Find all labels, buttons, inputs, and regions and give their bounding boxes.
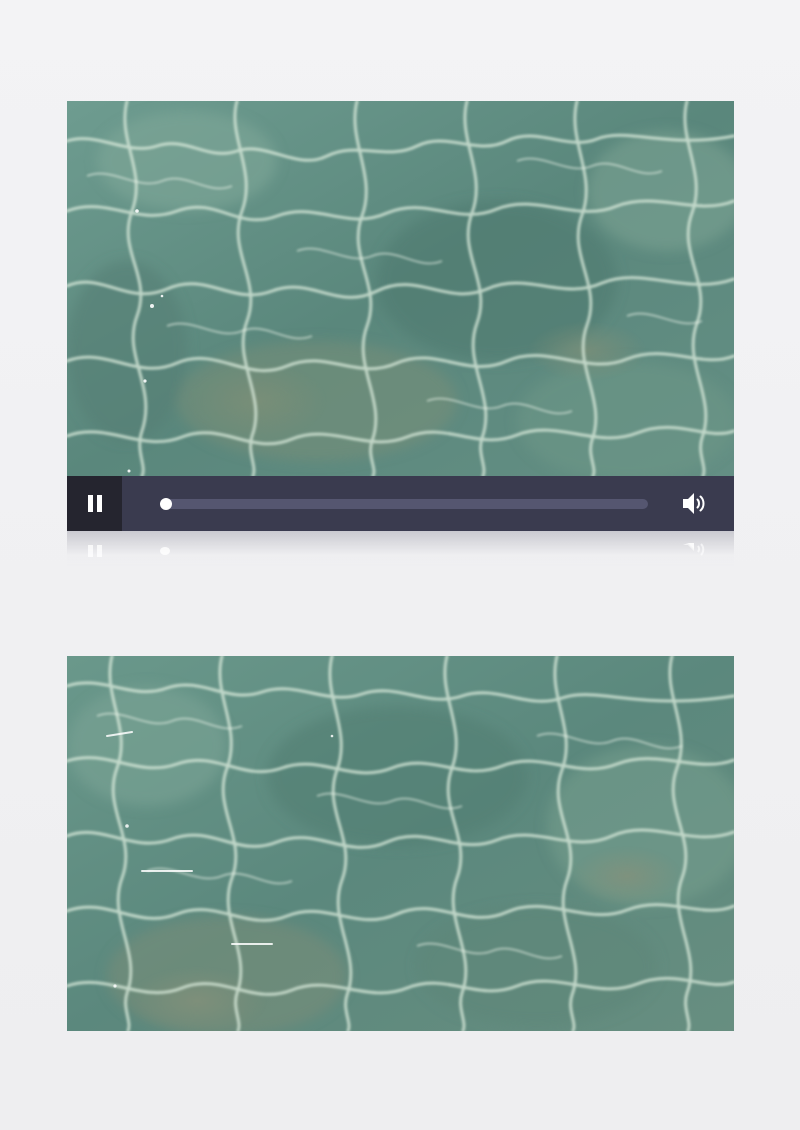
progress-slider[interactable]	[160, 498, 648, 510]
video-frame[interactable]	[67, 101, 734, 476]
video-control-bar	[67, 476, 734, 531]
water-surface-image	[67, 656, 734, 1031]
speaker-volume-icon	[683, 493, 705, 514]
pause-icon-bar	[97, 495, 102, 512]
water-surface-image	[67, 101, 734, 476]
progress-thumb[interactable]	[160, 498, 172, 510]
pause-icon	[88, 495, 93, 512]
reflection-mark	[160, 547, 170, 555]
volume-button[interactable]	[681, 490, 709, 517]
reflection-mark	[97, 545, 102, 557]
reflection-mark	[683, 543, 705, 556]
control-bar-reflection	[67, 531, 734, 571]
reflection-mark	[88, 545, 93, 557]
pause-button[interactable]	[67, 476, 122, 531]
preview-frame	[67, 656, 734, 1031]
page-background	[0, 0, 800, 1130]
